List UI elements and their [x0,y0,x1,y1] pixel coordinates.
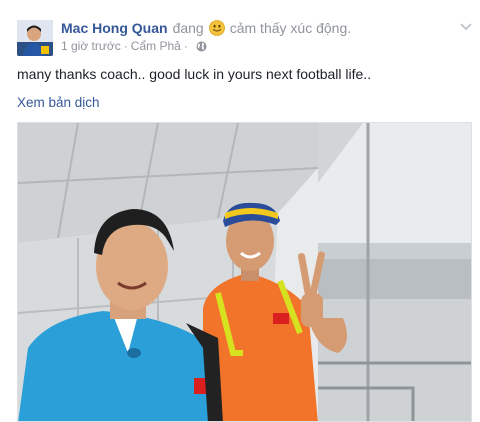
see-translation-link[interactable]: Xem bản dịch [17,95,100,110]
post-meta: 1 giờ trước · Cẩm Phả · [61,39,207,53]
globe-icon[interactable] [196,41,207,52]
post-photo[interactable] [17,122,472,422]
facebook-post: Mac Hong Quan đang cảm thấy xúc động. 1 … [0,0,480,422]
feeling-text[interactable]: cảm thấy xúc động. [230,20,351,36]
location-link[interactable]: Cẩm Phả [131,39,181,53]
meta-separator: · [183,39,188,53]
timestamp-link[interactable]: 1 giờ trước [61,39,121,53]
post-message: many thanks coach.. good luck in yours n… [17,66,372,82]
author-name[interactable]: Mac Hong Quan [61,20,168,36]
meta-separator: · [123,39,128,53]
status-prefix: đang [172,20,204,36]
chevron-down-icon[interactable] [459,19,473,31]
smiley-face-icon [208,20,225,36]
post-header: Mac Hong Quan đang cảm thấy xúc động. [61,19,351,37]
author-avatar[interactable] [17,20,53,56]
